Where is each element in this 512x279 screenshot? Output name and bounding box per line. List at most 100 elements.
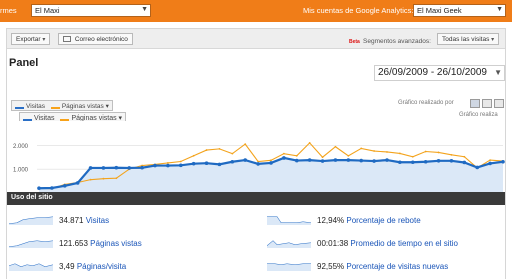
visits-point[interactable] [436,159,441,163]
pageviews-point[interactable] [360,147,363,150]
visits-point[interactable] [501,159,505,164]
pageviews-point[interactable] [450,153,453,156]
pageviews-point[interactable] [424,150,427,153]
visits-point[interactable] [333,158,338,162]
pageviews-point[interactable] [386,151,388,153]
visits-point[interactable] [359,158,364,163]
line-series-icon [15,104,24,109]
date-range-value: 26/09/2009 - 26/10/2009 [378,67,487,78]
visits-point[interactable] [320,159,325,163]
chart-by-label: Gráfico realizado por [398,100,454,106]
visits-point[interactable] [475,165,480,170]
profile-select[interactable]: El Maxi Geek ▼ [413,4,506,17]
week-view-button[interactable] [482,99,492,108]
metric-label[interactable]: Promedio de tiempo en el sitio [350,239,458,248]
pageviews-point[interactable] [489,159,492,161]
visits-point[interactable] [282,156,286,160]
visits-point[interactable] [217,162,222,167]
visits-point[interactable] [230,159,235,164]
export-label: Exportar [16,36,41,43]
visits-point[interactable] [372,159,376,163]
metric-value: 34.871 [59,216,84,225]
line-series-icon [23,116,32,121]
chart-by-label-2: Gráfico realiza [459,112,498,118]
date-range-picker[interactable]: 26/09/2009 - 26/10/2009 ▼ [374,65,505,81]
pageviews-point[interactable] [411,155,414,158]
visits-point[interactable] [269,161,273,165]
pageviews-point[interactable] [231,152,234,155]
visits-point[interactable] [256,162,260,166]
pageviews-point[interactable] [218,147,221,150]
metric-label[interactable]: Páginas vistas [90,239,142,248]
account-bar: rmes El Maxi ▼ Mis cuentas de Google Ana… [0,0,512,22]
visits-point[interactable] [462,160,467,165]
pageviews-point[interactable] [295,154,298,157]
toolbar: Exportar ▾ Correo electrónico Beta Segme… [7,29,505,49]
chevron-down-icon: ▼ [496,6,503,13]
visits-point[interactable] [243,158,248,162]
metric-label[interactable]: Porcentaje de visitas nuevas [346,262,448,271]
page-title: Panel [9,57,39,69]
metric-label[interactable]: Páginas/visita [77,262,126,271]
visits-point[interactable] [178,163,183,168]
pageviews-point[interactable] [282,152,285,155]
visits-point[interactable] [75,181,80,185]
pageviews-point[interactable] [179,160,182,163]
visits-point[interactable] [449,159,454,163]
visits-point[interactable] [114,165,119,170]
account-select[interactable]: El Maxi ▼ [31,4,151,17]
visits-point[interactable] [385,158,389,162]
export-button[interactable]: Exportar ▾ [11,33,51,45]
sparkline-icon [9,263,53,271]
pageviews-point[interactable] [373,150,376,152]
series-selector-back[interactable]: Visitas Páginas vistas ▾ [11,100,113,111]
pageviews-point[interactable] [398,152,401,155]
accounts-label: rmes [0,6,17,15]
pageviews-point[interactable] [334,145,337,148]
pageviews-point[interactable] [463,155,466,158]
pageviews-point[interactable] [437,151,440,154]
month-view-button[interactable] [494,99,504,108]
pageviews-point[interactable] [347,154,350,157]
day-view-button[interactable] [470,99,480,108]
pageviews-point[interactable] [270,159,272,162]
metric-label[interactable]: Porcentaje de rebote [346,216,420,225]
visits-point[interactable] [423,159,428,164]
visits-point[interactable] [88,166,93,170]
pageviews-point[interactable] [321,156,324,159]
visits-point[interactable] [488,161,492,166]
visits-point[interactable] [140,165,144,170]
visits-point[interactable] [101,166,106,170]
pageviews-point[interactable] [89,178,92,181]
email-button[interactable]: Correo electrónico [58,33,133,45]
email-label: Correo electrónico [74,36,128,43]
chevron-down-icon: ▾ [105,103,109,110]
visits-point[interactable] [62,184,67,188]
visits-point[interactable] [307,158,312,162]
visits-point[interactable] [294,158,299,163]
chevron-down-icon: ▼ [494,68,502,77]
pageviews-point[interactable] [192,154,195,157]
visits-point[interactable] [127,166,132,170]
pageviews-point[interactable] [244,143,247,146]
pageviews-point[interactable] [102,177,105,180]
visits-point[interactable] [37,186,41,191]
segment-select[interactable]: Todas las visitas ▾ [437,33,500,45]
pageviews-point[interactable] [115,177,118,180]
visits-point[interactable] [191,161,196,166]
visits-point[interactable] [166,163,170,168]
visits-point[interactable] [410,160,415,165]
visits-point[interactable] [153,163,157,168]
metric-label[interactable]: Visitas [86,216,109,225]
metric-value: 121.653 [59,239,88,248]
visits-point[interactable] [398,160,402,165]
sparkline-icon [267,240,311,248]
metric-value: 3,49 [59,262,75,271]
visits-point[interactable] [204,161,209,165]
pageviews-point[interactable] [308,142,311,144]
visits-point[interactable] [346,158,351,162]
metric-value: 12,94% [317,216,345,225]
visits-point[interactable] [50,186,54,190]
pageviews-point[interactable] [205,149,208,151]
pageviews-point[interactable] [166,162,169,164]
